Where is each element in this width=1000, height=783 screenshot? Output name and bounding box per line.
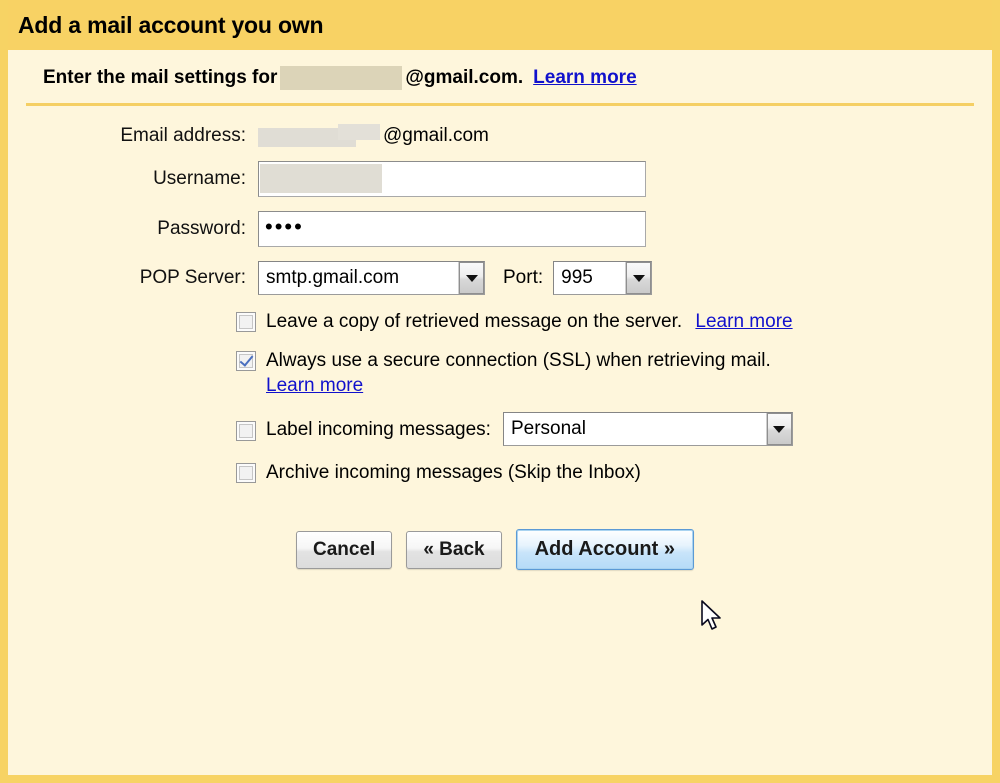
cancel-button[interactable]: Cancel [296,530,393,569]
dialog-titlebar: Add a mail account you own [8,0,992,50]
ssl-checkbox[interactable] [236,351,256,371]
subtitle: Enter the mail settings for @gmail.com. … [8,50,992,90]
username-label: Username: [153,168,246,189]
label-incoming-label: Label incoming messages: [266,418,491,440]
redacted-username-value [260,164,382,193]
email-address-label: Email address: [120,124,246,146]
port-label: Port: [503,267,544,288]
ssl-label: Always use a secure connection (SSL) whe… [266,350,771,371]
page-title: Add a mail account you own [18,11,324,38]
pop-server-selected-value: smtp.gmail.com [266,267,400,288]
label-incoming-option-row: Label incoming messages: Personal [236,412,992,446]
archive-incoming-option-row: Archive incoming messages (Skip the Inbo… [236,460,992,485]
redacted-email-local-part [258,124,380,147]
mail-settings-form: Email address: @gmail.com Username: Pass… [8,106,992,570]
redacted-email-block-b [338,124,380,140]
subtitle-domain: @gmail.com. [405,67,524,88]
email-address-domain: @gmail.com [383,124,489,146]
password-masked-value: •••• [265,214,304,239]
ssl-option-row: Always use a secure connection (SSL) whe… [236,348,992,398]
pop-server-select[interactable]: smtp.gmail.com [258,261,485,295]
ssl-label-wrap: Always use a secure connection (SSL) whe… [266,348,771,398]
label-incoming-checkbox[interactable] [236,420,256,441]
archive-incoming-label: Archive incoming messages (Skip the Inbo… [266,462,641,483]
password-row: Password: •••• [8,211,992,247]
password-input[interactable]: •••• [258,211,646,247]
label-select[interactable]: Personal [502,412,793,446]
add-account-button[interactable]: Add Account » [515,529,694,570]
username-row: Username: [8,161,992,197]
redacted-account-name [280,66,403,90]
chevron-down-icon[interactable] [458,262,484,294]
ssl-learn-more-link[interactable]: Learn more [266,375,363,396]
password-label: Password: [157,218,246,239]
options-group: Leave a copy of retrieved message on the… [8,309,992,485]
leave-copy-label: Leave a copy of retrieved message on the… [266,311,683,332]
email-address-value: @gmail.com [258,124,489,147]
back-button[interactable]: « Back [406,530,502,569]
subtitle-prefix: Enter the mail settings for [43,67,278,88]
label-selected-value: Personal [510,418,586,439]
leave-copy-option-row: Leave a copy of retrieved message on the… [236,309,992,334]
leave-copy-checkbox[interactable] [236,312,256,332]
port-select[interactable]: 995 [553,261,653,295]
email-address-row: Email address: @gmail.com [8,124,992,147]
leave-copy-learn-more-link[interactable]: Learn more [695,311,792,332]
leave-copy-label-wrap: Leave a copy of retrieved message on the… [266,309,793,334]
dialog-body: Enter the mail settings for @gmail.com. … [8,50,992,775]
chevron-down-icon[interactable] [625,262,652,294]
chevron-down-icon[interactable] [765,413,792,445]
port-selected-value: 995 [561,267,593,288]
username-input[interactable] [258,161,646,197]
pop-server-row: POP Server: smtp.gmail.com Port: 995 [8,261,992,295]
archive-incoming-checkbox[interactable] [236,463,256,483]
dialog-actions: Cancel « Back Add Account » [8,529,992,570]
pop-server-label: POP Server: [139,267,246,288]
add-mail-account-dialog: Add a mail account you own Enter the mai… [0,0,1000,783]
subtitle-learn-more-link[interactable]: Learn more [533,67,636,89]
